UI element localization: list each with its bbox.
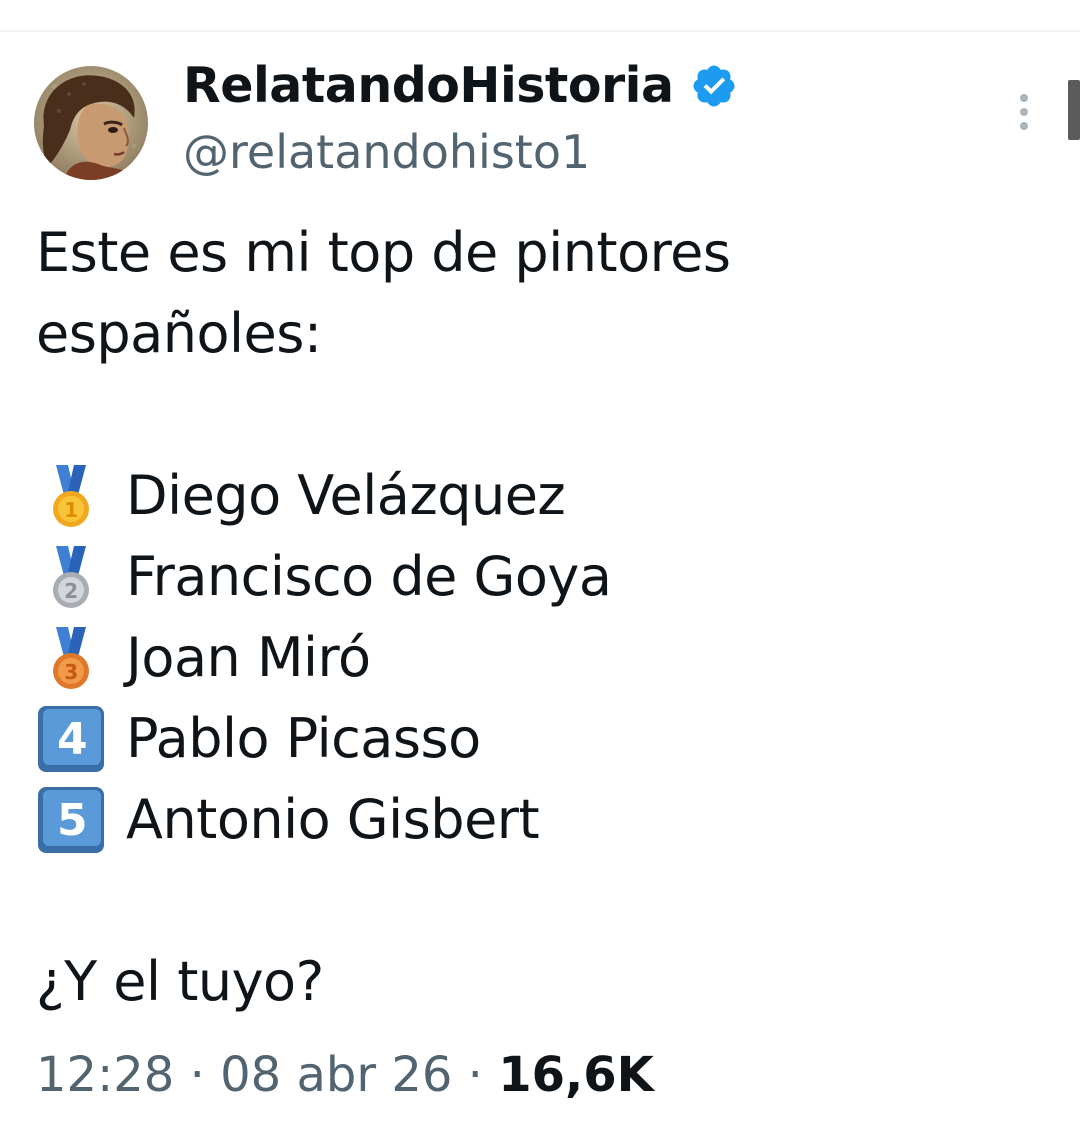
painter-name: Diego Velázquez	[126, 464, 566, 527]
keycap-number: 4	[57, 714, 87, 765]
painter-name: Francisco de Goya	[126, 545, 612, 608]
tweet-meta: 12:28 · 08 abr 26 · 16,6K	[36, 1040, 654, 1110]
intro-line: Este es mi top de pintores	[36, 221, 731, 284]
meta-separator: ·	[174, 1047, 221, 1103]
meta-separator: ·	[452, 1047, 499, 1103]
medal-number: 1	[64, 498, 77, 522]
display-name-text[interactable]: RelatandoHistoria	[183, 54, 674, 118]
ranking-item: 2 Francisco de Goya	[36, 536, 1036, 617]
tweet-time[interactable]: 12:28	[36, 1047, 174, 1103]
display-name[interactable]: RelatandoHistoria	[183, 54, 738, 118]
ranking-item: 1 Diego Velázquez	[36, 455, 1036, 536]
painter-name: Joan Miró	[126, 626, 371, 689]
scrollbar[interactable]	[1068, 80, 1080, 140]
handle[interactable]: @relatandohisto1	[183, 122, 590, 182]
bronze-medal-icon: 3	[36, 623, 106, 693]
keycap-number: 5	[57, 795, 87, 846]
avatar[interactable]	[34, 66, 148, 180]
tweet-text: Este es mi top de pintores españoles: 1 …	[36, 212, 1036, 1022]
medal-number: 2	[64, 579, 77, 603]
ranking-item: 5 Antonio Gisbert	[36, 779, 1036, 860]
ranking-item: 3 Joan Miró	[36, 617, 1036, 698]
more-options-icon[interactable]	[1010, 90, 1038, 134]
keycap-4-icon: 4	[36, 704, 106, 774]
view-count[interactable]: 16,6K	[498, 1047, 654, 1103]
ranking-item: 4 Pablo Picasso	[36, 698, 1036, 779]
silver-medal-icon: 2	[36, 542, 106, 612]
painter-name: Antonio Gisbert	[126, 788, 540, 851]
top-divider	[0, 30, 1080, 32]
keycap-5-icon: 5	[36, 785, 106, 855]
question-line: ¿Y el tuyo?	[36, 950, 324, 1013]
tweet-date[interactable]: 08 abr 26	[220, 1047, 452, 1103]
painter-name: Pablo Picasso	[126, 707, 481, 770]
medal-number: 3	[64, 660, 77, 684]
gold-medal-icon: 1	[36, 461, 106, 531]
intro-line: españoles:	[36, 302, 322, 365]
verified-badge-icon[interactable]	[690, 62, 738, 110]
